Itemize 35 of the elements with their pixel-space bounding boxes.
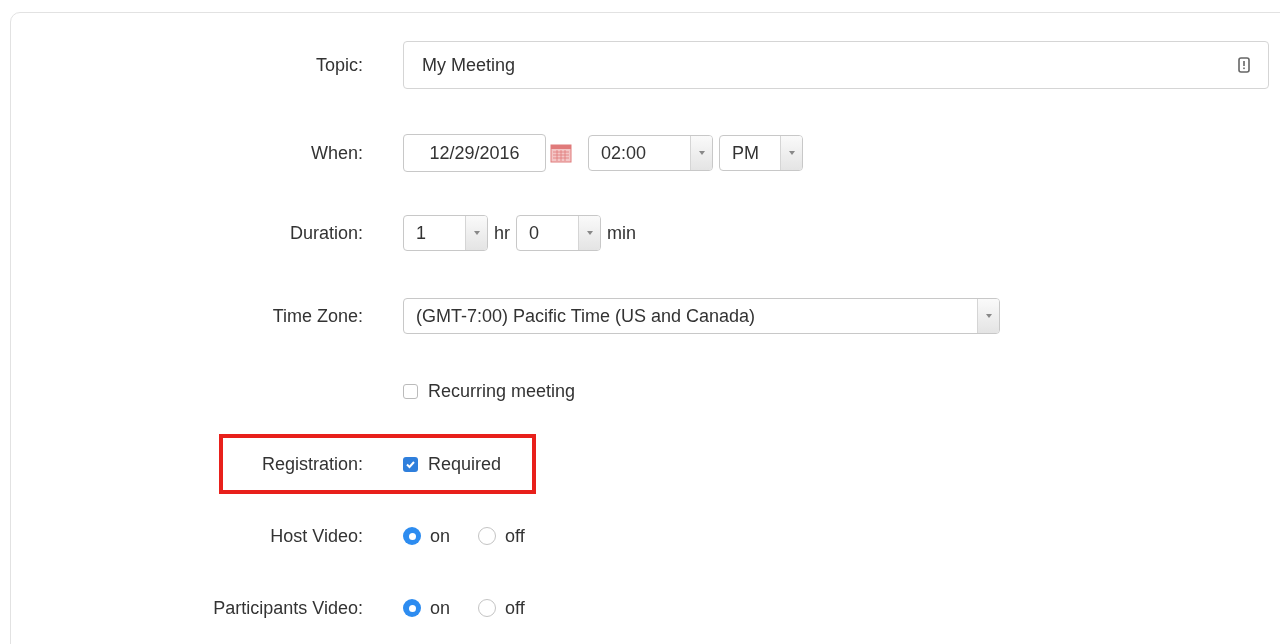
calendar-icon[interactable] <box>550 143 572 163</box>
minutes-select[interactable]: 0 <box>516 215 601 251</box>
period-select[interactable]: PM <box>719 135 803 171</box>
field-label: Time Zone: <box>272 304 363 328</box>
checkbox[interactable] <box>403 383 418 399</box>
info-icon <box>1238 57 1250 73</box>
field-label: Topic: <box>315 53 363 77</box>
caret-icon <box>984 313 993 319</box>
radio-label: off <box>505 524 525 548</box>
hours-select[interactable]: 1 <box>403 215 488 251</box>
field-label: Participants Video: <box>213 596 363 620</box>
radio-button[interactable] <box>478 527 497 545</box>
radio-label: on <box>430 524 451 548</box>
radio-label: off <box>505 596 525 620</box>
field-label: Duration: <box>289 221 363 245</box>
caret-icon <box>697 150 706 156</box>
caret-icon <box>472 230 481 236</box>
radio-button[interactable] <box>403 599 421 617</box>
time-select[interactable]: 02:00 <box>588 135 713 171</box>
option-label: Required <box>428 452 502 476</box>
checkbox-label: Recurring meeting <box>428 379 576 403</box>
field-label: When: <box>310 141 363 165</box>
unit-label: hr <box>494 221 510 245</box>
field-label: Registration: <box>261 452 363 476</box>
topic-field[interactable]: My Meeting <box>403 41 1269 89</box>
time-zone-select[interactable]: (GMT-7:00) Pacific Time (US and Canada) <box>403 298 1000 334</box>
checkbox[interactable] <box>403 456 418 472</box>
unit-label: min <box>607 221 637 245</box>
radio-label: on <box>430 596 451 620</box>
caret-icon <box>787 150 796 156</box>
field-label: Host Video: <box>270 524 363 548</box>
date-field[interactable]: 12/29/2016 <box>403 134 546 172</box>
radio-button[interactable] <box>403 527 421 545</box>
caret-icon <box>585 230 594 236</box>
radio-button[interactable] <box>478 599 497 617</box>
